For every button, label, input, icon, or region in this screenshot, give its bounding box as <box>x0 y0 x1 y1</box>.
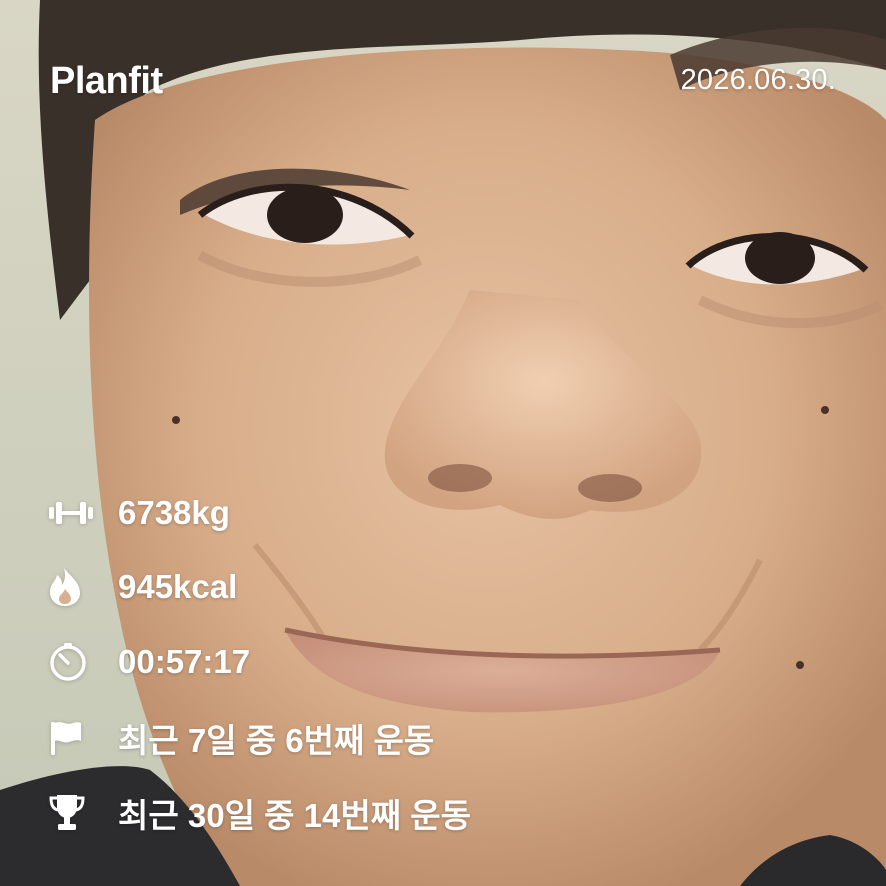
brand-logo: Planfit <box>50 60 163 102</box>
stat-monthly-count: 최근 30일 중 14번째 운동 <box>48 791 471 835</box>
workout-date: 2026.06.30. <box>680 64 836 96</box>
dumbbell-icon <box>48 491 96 535</box>
stat-value: 최근 7일 중 6번째 운동 <box>118 722 435 759</box>
stat-total-volume: 6738kg <box>48 491 230 535</box>
stat-value: 최근 30일 중 14번째 운동 <box>118 797 471 834</box>
stat-value: 945kcal <box>118 568 238 605</box>
flag-icon <box>48 716 96 760</box>
flame-icon <box>48 565 96 609</box>
stat-weekly-count: 최근 7일 중 6번째 운동 <box>48 716 434 760</box>
stat-value: 6738kg <box>118 494 230 531</box>
stopwatch-icon <box>48 640 96 684</box>
stat-calories: 945kcal <box>48 565 237 609</box>
stat-value: 00:57:17 <box>118 643 251 680</box>
trophy-icon <box>48 791 96 835</box>
stat-duration: 00:57:17 <box>48 640 250 684</box>
